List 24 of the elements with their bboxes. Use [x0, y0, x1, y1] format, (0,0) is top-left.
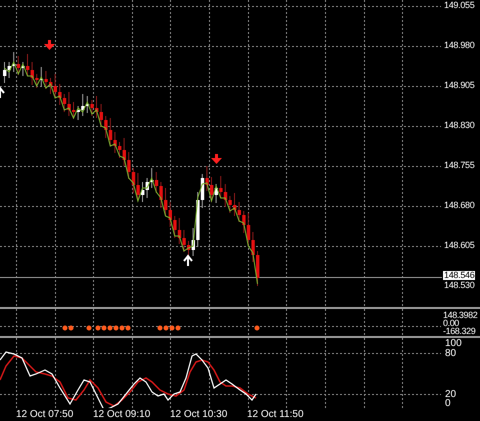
up-arrow-icon: [0, 86, 5, 99]
down-arrow-icon: [44, 40, 55, 50]
oscillator-axis-label: 20: [445, 390, 456, 400]
down-arrow-icon: [211, 154, 222, 164]
price-label: 148.605: [444, 241, 474, 250]
oscillator-axis-label: 100: [445, 339, 462, 349]
oscillator-axis-label: 80: [445, 349, 456, 359]
price-label: 148.680: [444, 201, 474, 210]
time-label: 12 Oct 10:30: [170, 410, 228, 420]
up-arrow-icon: [183, 254, 193, 267]
price-label: 148.905: [444, 81, 474, 90]
time-label: 12 Oct 11:50: [247, 410, 304, 420]
price-label: 148.980: [444, 41, 474, 50]
time-label: 12 Oct 09:10: [93, 410, 150, 420]
time-label: 12 Oct 07:50: [16, 410, 74, 420]
price-label: 148.530: [444, 281, 474, 290]
price-label: 149.055: [444, 1, 474, 10]
price-label: 148.830: [444, 121, 474, 130]
indicator-axis-label: 148.3982: [443, 311, 478, 320]
indicator-axis-label: 0.00: [443, 319, 459, 328]
price-label: 148.755: [444, 161, 474, 170]
current-price-label: 148.546: [443, 271, 476, 280]
indicator-axis-label: -168.329: [443, 327, 476, 336]
oscillator-axis-label: 0: [445, 399, 451, 409]
